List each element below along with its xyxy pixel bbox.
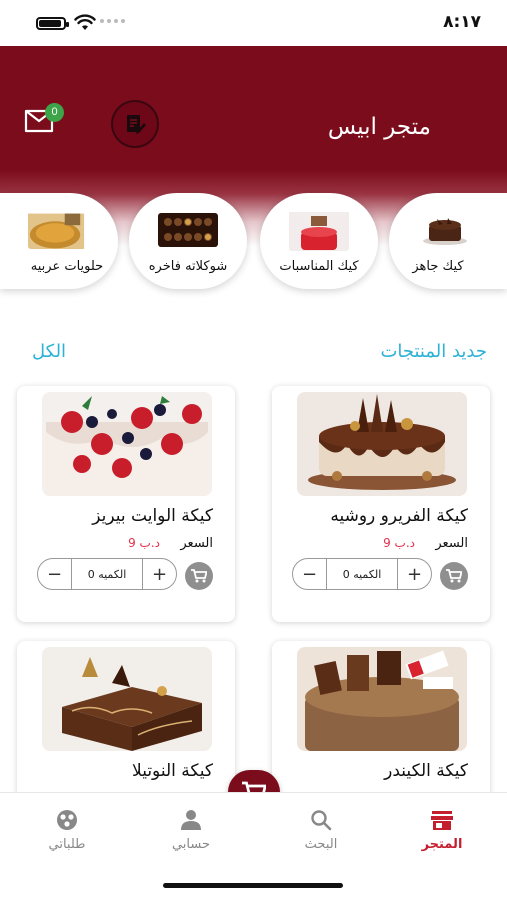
product-price: 9 د.ب (383, 536, 415, 550)
person-icon (181, 810, 201, 830)
category-label: كيك جاهز (412, 259, 464, 274)
new-products-title: جديد المنتجات (380, 341, 487, 362)
store-title: متجر ابيس (327, 114, 431, 140)
nav-label: طلباتي (48, 837, 86, 852)
product-image (297, 647, 467, 751)
category-image (158, 213, 218, 247)
product-card-nutella[interactable]: كيكة النوتيلا (17, 641, 235, 801)
cart-icon (446, 569, 462, 583)
increment-button[interactable]: + (142, 559, 176, 589)
status-bar: ٨:١٧ (0, 0, 507, 46)
category-occasion-cake[interactable]: كيك المناسبات (260, 193, 378, 289)
product-card-white-berries[interactable]: كيكة الوايت بيريز السعر 9 د.ب − الكميه 0… (17, 386, 235, 622)
signal-icon (100, 19, 125, 23)
category-label: كيك المناسبات (279, 259, 359, 274)
quantity-stepper: − الكميه 0 + (292, 558, 432, 590)
product-image (297, 392, 467, 496)
cart-count-badge: 0 (45, 103, 64, 122)
product-card-ferrero[interactable]: كيكة الفريرو روشيه السعر 9 د.ب − الكميه … (272, 386, 490, 622)
category-ready-cake[interactable]: كيك جاهز (389, 193, 507, 289)
orders-button[interactable] (111, 100, 159, 148)
category-label: شوكلاته فاخره (148, 259, 228, 274)
category-image (423, 218, 467, 245)
nav-orders[interactable]: طلباتي (22, 809, 112, 852)
category-strip: كيك جاهز كيك المناسبات شوكلاته فاخره حلو… (0, 193, 507, 293)
decrement-button[interactable]: − (293, 559, 327, 589)
cart-icon (191, 569, 207, 583)
nav-account[interactable]: حسابي (146, 809, 236, 852)
product-name: كيكة الوايت بيريز (92, 506, 213, 526)
product-name: كيكة الفريرو روشيه (330, 506, 468, 526)
orders-icon (57, 810, 77, 830)
product-image (42, 647, 212, 751)
add-to-cart-button[interactable] (440, 562, 468, 590)
nav-label: المتجر (421, 837, 463, 852)
quantity-value: الكميه 0 (87, 567, 127, 581)
product-card-kinder[interactable]: كيكة الكيندر (272, 641, 490, 801)
nav-search[interactable]: البحث (276, 809, 366, 852)
nav-label: حسابي (171, 837, 211, 852)
battery-icon (36, 17, 69, 30)
category-label: حلويات عربيه (30, 259, 104, 274)
category-image (289, 212, 349, 251)
category-image (28, 213, 85, 249)
document-edit-icon (127, 115, 146, 134)
category-arabic-sweets[interactable]: حلويات عربيه (0, 193, 118, 289)
price-label: السعر (180, 536, 213, 551)
nav-store[interactable]: المتجر (397, 809, 487, 852)
price-label: السعر (435, 536, 468, 551)
category-luxury-chocolate[interactable]: شوكلاته فاخره (129, 193, 247, 289)
nav-label: البحث (304, 837, 338, 852)
product-name: كيكة الكيندر (384, 761, 468, 781)
increment-button[interactable]: + (397, 559, 431, 589)
status-time: ٨:١٧ (443, 12, 481, 32)
product-price: 9 د.ب (128, 536, 160, 550)
quantity-value: الكميه 0 (342, 567, 382, 581)
product-name: كيكة النوتيلا (132, 761, 213, 781)
home-indicator (163, 883, 343, 888)
add-to-cart-button[interactable] (185, 562, 213, 590)
product-image (42, 392, 212, 496)
quantity-stepper: − الكميه 0 + (37, 558, 177, 590)
search-icon (311, 810, 332, 831)
see-all-link[interactable]: الكل (32, 341, 66, 362)
store-icon (431, 811, 453, 830)
decrement-button[interactable]: − (38, 559, 72, 589)
wifi-icon (74, 14, 96, 30)
